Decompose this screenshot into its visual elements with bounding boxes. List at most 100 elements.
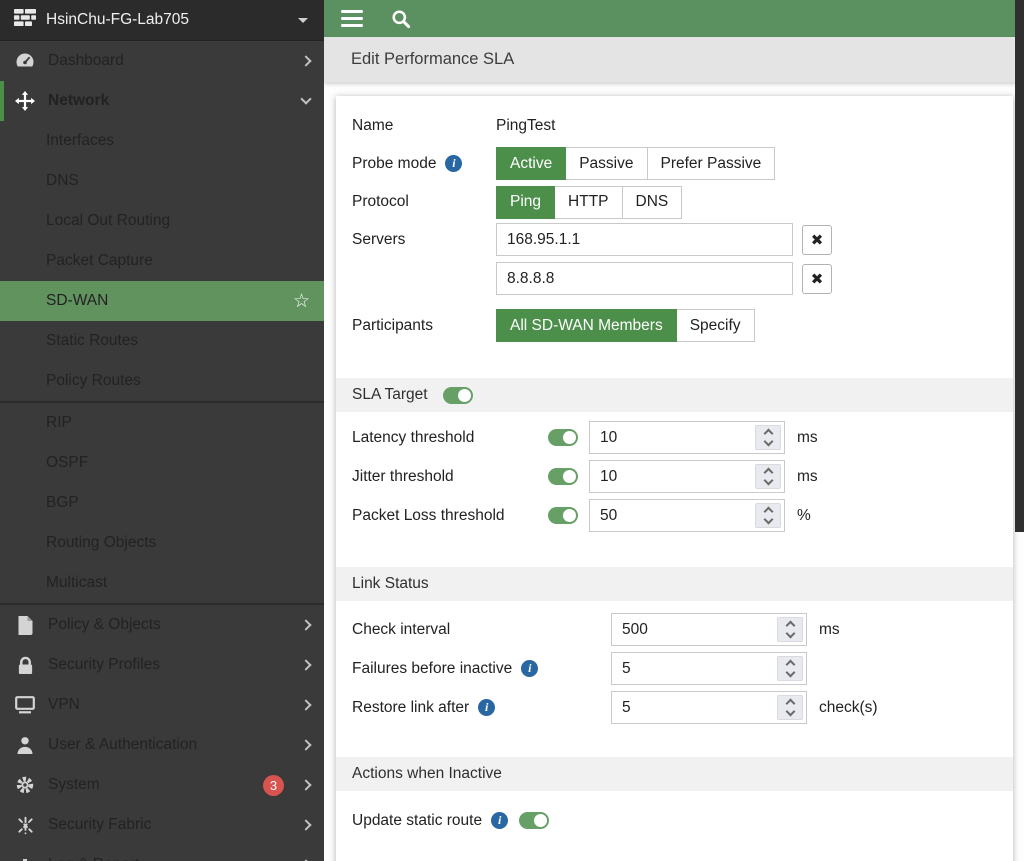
probe-mode-prefer-passive-button[interactable]: Prefer Passive bbox=[648, 147, 776, 180]
actions-title: Actions when Inactive bbox=[352, 765, 502, 783]
barchart-icon bbox=[14, 856, 36, 861]
probe-mode-row: Probe mode i Active Passive Prefer Passi… bbox=[336, 144, 1013, 183]
edit-performance-sla-form: Name PingTest Probe mode i Active Passiv… bbox=[336, 96, 1013, 861]
sidebar-item-dashboard[interactable]: Dashboard bbox=[0, 41, 324, 81]
servers-row-1: Servers ✖ bbox=[336, 223, 1013, 256]
update-static-route-toggle[interactable] bbox=[519, 812, 549, 829]
restore-spinner[interactable] bbox=[777, 695, 803, 720]
sidebar-item-static-routes[interactable]: Static Routes bbox=[0, 321, 324, 361]
jitter-threshold-row: Jitter threshold ms bbox=[336, 460, 1013, 493]
protocol-dns-button[interactable]: DNS bbox=[623, 186, 683, 219]
jitter-toggle[interactable] bbox=[548, 468, 578, 485]
protocol-ping-button[interactable]: Ping bbox=[496, 186, 555, 219]
latency-toggle[interactable] bbox=[548, 429, 578, 446]
star-outline-icon[interactable]: ☆ bbox=[293, 292, 310, 311]
sla-target-toggle[interactable] bbox=[443, 387, 473, 404]
remove-server-button[interactable]: ✖ bbox=[802, 264, 832, 294]
participants-label: Participants bbox=[352, 317, 496, 335]
lock-icon bbox=[14, 656, 36, 675]
info-icon[interactable]: i bbox=[445, 155, 462, 172]
servers-row-2: ✖ bbox=[336, 262, 1013, 295]
chevron-right-icon bbox=[300, 659, 311, 670]
failures-label: Failures before inactive i bbox=[352, 660, 611, 678]
sidebar-item-sd-wan[interactable]: SD-WAN ☆ bbox=[0, 281, 324, 321]
update-static-route-row: Update static route i bbox=[336, 804, 1013, 837]
latency-threshold-label: Latency threshold bbox=[352, 429, 548, 447]
hamburger-menu-icon[interactable] bbox=[341, 10, 363, 27]
sidebar-item-system[interactable]: System 3 bbox=[0, 765, 324, 805]
chevron-right-icon bbox=[300, 619, 311, 630]
fabric-icon bbox=[14, 816, 36, 835]
sidebar-item-security-profiles[interactable]: Security Profiles bbox=[0, 645, 324, 685]
name-row: Name PingTest bbox=[336, 108, 1013, 144]
sidebar-item-network[interactable]: Network bbox=[0, 81, 324, 121]
sidebar: HsinChu-FG-Lab705 Dashboard Network Inte… bbox=[0, 0, 324, 861]
sidebar-item-local-out-routing[interactable]: Local Out Routing bbox=[0, 201, 324, 241]
probe-mode-segmented: Active Passive Prefer Passive bbox=[496, 147, 775, 180]
participants-specify-button[interactable]: Specify bbox=[677, 309, 755, 342]
jitter-spinner[interactable] bbox=[755, 464, 781, 489]
gauge-icon bbox=[14, 51, 36, 71]
check-interval-label: Check interval bbox=[352, 621, 611, 639]
caret-down-icon bbox=[298, 18, 308, 23]
probe-mode-label: Probe mode i bbox=[352, 155, 496, 173]
sidebar-item-vpn[interactable]: VPN bbox=[0, 685, 324, 725]
sidebar-item-bgp[interactable]: BGP bbox=[0, 483, 324, 523]
sidebar-item-multicast[interactable]: Multicast bbox=[0, 563, 324, 603]
device-selector[interactable]: HsinChu-FG-Lab705 bbox=[0, 0, 324, 41]
actions-when-inactive-header: Actions when Inactive bbox=[336, 757, 1013, 791]
protocol-http-button[interactable]: HTTP bbox=[555, 186, 622, 219]
protocol-label: Protocol bbox=[352, 193, 496, 211]
participants-all-members-button[interactable]: All SD-WAN Members bbox=[496, 309, 677, 342]
sidebar-item-policy-routes[interactable]: Policy Routes bbox=[0, 361, 324, 401]
info-icon[interactable]: i bbox=[521, 660, 538, 677]
info-icon[interactable]: i bbox=[478, 699, 495, 716]
sidebar-item-interfaces[interactable]: Interfaces bbox=[0, 121, 324, 161]
chevron-right-icon bbox=[300, 779, 311, 790]
protocol-row: Protocol Ping HTTP DNS bbox=[336, 183, 1013, 221]
sidebar-item-policy-objects[interactable]: Policy & Objects bbox=[0, 605, 324, 645]
sidebar-item-ospf[interactable]: OSPF bbox=[0, 443, 324, 483]
server-input-1[interactable] bbox=[496, 223, 793, 256]
participants-segmented: All SD-WAN Members Specify bbox=[496, 309, 755, 342]
topbar bbox=[324, 0, 1024, 37]
info-icon[interactable]: i bbox=[491, 812, 508, 829]
document-icon bbox=[14, 616, 36, 635]
content: Name PingTest Probe mode i Active Passiv… bbox=[324, 82, 1024, 861]
update-static-route-label: Update static route i bbox=[352, 812, 549, 830]
jitter-threshold-label: Jitter threshold bbox=[352, 468, 548, 486]
chevron-right-icon bbox=[300, 55, 311, 66]
link-status-header: Link Status bbox=[336, 567, 1013, 601]
probe-mode-active-button[interactable]: Active bbox=[496, 147, 566, 180]
check-interval-input-wrap bbox=[611, 613, 807, 646]
sidebar-item-log-report[interactable]: Log & Report bbox=[0, 845, 324, 861]
check-interval-spinner[interactable] bbox=[777, 617, 803, 642]
chevron-down-icon bbox=[300, 93, 311, 104]
right-edge-panel bbox=[1015, 0, 1024, 532]
sidebar-item-rip[interactable]: RIP bbox=[0, 403, 324, 443]
packet-loss-spinner[interactable] bbox=[755, 503, 781, 528]
sla-target-header: SLA Target bbox=[336, 378, 1013, 412]
failures-spinner[interactable] bbox=[777, 656, 803, 681]
packet-loss-unit: % bbox=[797, 507, 811, 525]
search-icon[interactable] bbox=[390, 8, 412, 30]
sidebar-item-label: Network bbox=[48, 92, 290, 110]
server-input-2[interactable] bbox=[496, 262, 793, 295]
name-value: PingTest bbox=[496, 117, 555, 135]
sidebar-item-user-authentication[interactable]: User & Authentication bbox=[0, 725, 324, 765]
probe-mode-passive-button[interactable]: Passive bbox=[566, 147, 647, 180]
main-area: Edit Performance SLA Name PingTest Probe… bbox=[324, 0, 1024, 861]
sidebar-item-routing-objects[interactable]: Routing Objects bbox=[0, 523, 324, 563]
packet-loss-toggle[interactable] bbox=[548, 507, 578, 524]
restore-label: Restore link after i bbox=[352, 699, 611, 717]
name-label: Name bbox=[352, 117, 496, 135]
latency-unit: ms bbox=[797, 429, 818, 447]
remove-server-button[interactable]: ✖ bbox=[802, 225, 832, 255]
chevron-right-icon bbox=[300, 819, 311, 830]
sidebar-item-security-fabric[interactable]: Security Fabric bbox=[0, 805, 324, 845]
latency-spinner[interactable] bbox=[755, 425, 781, 450]
sidebar-item-dns[interactable]: DNS bbox=[0, 161, 324, 201]
sidebar-item-label: Dashboard bbox=[48, 52, 290, 70]
sidebar-item-packet-capture[interactable]: Packet Capture bbox=[0, 241, 324, 281]
page-title: Edit Performance SLA bbox=[351, 50, 514, 69]
